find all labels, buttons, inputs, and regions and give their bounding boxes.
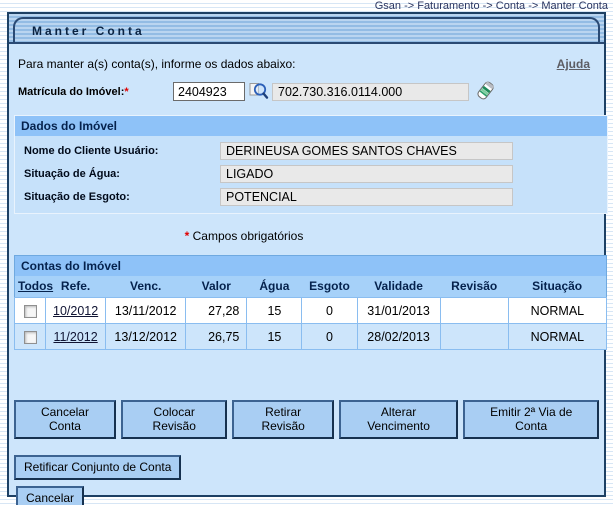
col-agua: Água xyxy=(247,276,302,298)
dados-imovel-section: Dados do Imóvel Nome do Cliente Usuário:… xyxy=(14,115,608,214)
situacao-esgoto-value: POTENCIAL xyxy=(220,188,513,206)
clear-button[interactable] xyxy=(475,80,496,103)
cell-validade: 31/01/2013 xyxy=(357,298,440,324)
matricula-label: Matrícula do Imóvel:* xyxy=(18,86,173,98)
cell-agua: 15 xyxy=(247,324,302,350)
manter-conta-panel: Manter Conta Para manter a(s) conta(s), … xyxy=(7,12,606,497)
situacao-agua-value: LIGADO xyxy=(220,165,513,183)
cliente-usuario-label: Nome do Cliente Usuário: xyxy=(24,145,220,157)
colocar-revisao-button[interactable]: Colocar Revisão xyxy=(121,400,228,439)
required-asterisk: * xyxy=(124,86,128,98)
page-title: Manter Conta xyxy=(13,17,600,42)
eraser-icon xyxy=(475,80,496,103)
inscricao-field: 702.730.316.0114.000 xyxy=(272,83,469,101)
search-button[interactable] xyxy=(249,81,270,102)
cell-esgoto: 0 xyxy=(302,324,357,350)
cell-valor: 26,75 xyxy=(186,324,247,350)
emitir-segunda-via-button[interactable]: Emitir 2ª Via de Conta xyxy=(463,400,599,439)
required-note: * Campos obrigatórios xyxy=(14,229,474,243)
cell-situacao: NORMAL xyxy=(508,324,606,350)
row-checkbox[interactable] xyxy=(24,331,37,344)
cancelar-conta-button[interactable]: Cancelar Conta xyxy=(14,400,116,439)
row-checkbox[interactable] xyxy=(24,305,37,318)
required-note-text: Campos obrigatórios xyxy=(189,229,303,243)
col-valor: Valor xyxy=(186,276,247,298)
col-situacao: Situação xyxy=(508,276,606,298)
conta-link[interactable]: 10/2012 xyxy=(53,304,98,318)
magnifier-icon xyxy=(249,81,270,102)
situacao-esgoto-label: Situação de Esgoto: xyxy=(24,191,220,203)
cancelar-button[interactable]: Cancelar xyxy=(16,486,84,505)
situacao-agua-label: Situação de Água: xyxy=(24,168,220,180)
cell-venc: 13/11/2012 xyxy=(106,298,186,324)
col-esgoto: Esgoto xyxy=(302,276,357,298)
cell-situacao: NORMAL xyxy=(508,298,606,324)
table-row: 11/2012 13/12/2012 26,75 15 0 28/02/2013… xyxy=(15,324,607,350)
matricula-input[interactable] xyxy=(173,82,245,101)
retificar-conjunto-button[interactable]: Retificar Conjunto de Conta xyxy=(14,455,181,480)
cell-venc: 13/12/2012 xyxy=(106,324,186,350)
cell-validade: 28/02/2013 xyxy=(357,324,440,350)
matricula-label-text: Matrícula do Imóvel: xyxy=(18,86,124,98)
intro-text: Para manter a(s) conta(s), informe os da… xyxy=(18,57,295,71)
contas-table-title: Contas do Imóvel xyxy=(15,256,607,276)
conta-link[interactable]: 11/2012 xyxy=(53,330,97,344)
cell-esgoto: 0 xyxy=(302,298,357,324)
dados-imovel-title: Dados do Imóvel xyxy=(15,116,607,136)
help-link[interactable]: Ajuda xyxy=(557,57,590,71)
title-band: Manter Conta xyxy=(9,14,604,44)
cell-revisao xyxy=(440,324,508,350)
contas-table: Contas do Imóvel Todos Refe. Venc. Valor… xyxy=(14,255,607,350)
cell-revisao xyxy=(440,298,508,324)
select-all-link[interactable]: Todos xyxy=(15,276,46,298)
col-refe: Refe. xyxy=(46,276,106,298)
retirar-revisao-button[interactable]: Retirar Revisão xyxy=(232,400,333,439)
breadcrumb: Gsan -> Faturamento -> Conta -> Manter C… xyxy=(375,0,608,12)
cell-agua: 15 xyxy=(247,298,302,324)
alterar-vencimento-button[interactable]: Alterar Vencimento xyxy=(339,400,459,439)
table-row: 10/2012 13/11/2012 27,28 15 0 31/01/2013… xyxy=(15,298,607,324)
cliente-usuario-value: DERINEUSA GOMES SANTOS CHAVES xyxy=(220,142,513,160)
cell-valor: 27,28 xyxy=(186,298,247,324)
col-venc: Venc. xyxy=(106,276,186,298)
col-validade: Validade xyxy=(357,276,440,298)
col-revisao: Revisão xyxy=(440,276,508,298)
